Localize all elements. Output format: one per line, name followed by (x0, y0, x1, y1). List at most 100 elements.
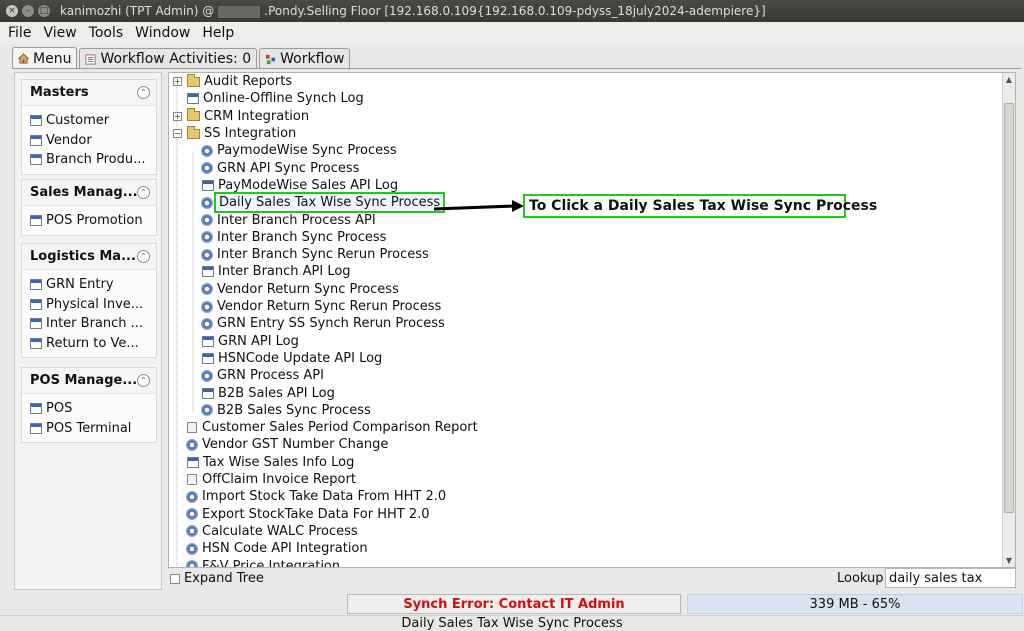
window-icon (202, 335, 214, 347)
tree-node[interactable]: HSN Code API Integration (187, 540, 368, 557)
sidebar-section-logistics: Logistics Ma... ⌃ GRN Entry Physical Inv… (21, 243, 157, 358)
section-title: Logistics Ma... (30, 249, 136, 264)
process-icon (187, 561, 197, 567)
sidebar-item-label: POS Terminal (46, 420, 132, 436)
expand-node-icon[interactable]: + (173, 77, 182, 86)
tree-node[interactable]: Tax Wise Sales Info Log (187, 454, 354, 471)
tree-node[interactable]: − SS Integration (173, 125, 296, 142)
tree-node[interactable]: Vendor Return Sync Process (202, 281, 399, 298)
tree-node-label: Vendor Return Sync Rerun Process (217, 299, 442, 315)
tree-node[interactable]: Inter Branch Sync Rerun Process (202, 246, 429, 263)
sidebar-item-label: GRN Entry (46, 277, 114, 293)
window-title-prefix: kanimozhi (TPT Admin) @ (60, 4, 215, 18)
collapse-icon[interactable]: ⌃ (137, 250, 150, 263)
sidebar-section-header[interactable]: POS Manage... ⌃ (22, 368, 156, 394)
expand-node-icon[interactable]: + (173, 111, 182, 121)
expand-tree-checkbox[interactable] (170, 573, 180, 584)
tree-node[interactable]: GRN Entry SS Synch Rerun Process (202, 315, 445, 332)
tree-node[interactable]: + Audit Reports (173, 73, 292, 90)
window-icon (187, 93, 199, 105)
tab-workflow[interactable]: Workflow (259, 48, 351, 69)
tree-node[interactable]: Export StockTake Data For HHT 2.0 (187, 506, 430, 523)
sidebar-item-customer[interactable]: Customer (30, 111, 156, 131)
scroll-up-icon[interactable]: ▲ (1003, 73, 1015, 86)
window-icon (30, 215, 42, 227)
sidebar-item-pos-promotion[interactable]: POS Promotion (30, 211, 156, 231)
tree-node[interactable]: HSNCode Update API Log (202, 350, 382, 367)
tree-node[interactable]: B2B Sales Sync Process (202, 402, 371, 419)
window-icon (30, 403, 42, 415)
tree-node[interactable]: PayModeWise Sales API Log (202, 177, 398, 194)
window-icon (30, 318, 42, 330)
sidebar-item-return-to-vendor[interactable]: Return to Ve... (30, 334, 156, 354)
scroll-down-icon[interactable]: ▼ (1003, 554, 1015, 567)
sidebar-item-label: POS Promotion (46, 213, 143, 229)
tree-node[interactable]: Vendor GST Number Change (187, 436, 388, 453)
process-icon (187, 491, 197, 502)
collapse-node-icon[interactable]: − (173, 128, 182, 138)
tree-node[interactable]: Inter Branch Process API (202, 211, 376, 228)
tab-workflow-activities[interactable]: Workflow Activities: 0 (79, 48, 258, 69)
tree-node[interactable]: F&V Price Integration (187, 557, 340, 567)
menu-window[interactable]: Window (135, 25, 190, 41)
window-minimize-button[interactable]: – (22, 5, 34, 17)
workflow-icon (266, 54, 276, 64)
tree-node[interactable]: GRN API Log (202, 333, 299, 350)
window-close-button[interactable]: × (6, 5, 18, 17)
tree-node-label: Vendor GST Number Change (202, 437, 389, 453)
sidebar-section-header[interactable]: Logistics Ma... ⌃ (22, 244, 156, 270)
sidebar-section-sales: Sales Manag... ⌃ POS Promotion (21, 179, 157, 236)
tree-node[interactable]: Vendor Return Sync Rerun Process (202, 298, 441, 315)
tree-node[interactable]: GRN Process API (202, 367, 324, 384)
menu-help[interactable]: Help (202, 25, 234, 41)
tree-node[interactable]: Inter Branch Sync Process (202, 229, 386, 246)
tree-node[interactable]: Calculate WALC Process (187, 523, 358, 540)
sidebar-section-header[interactable]: Masters ⌃ (22, 80, 156, 106)
menu-tools[interactable]: Tools (89, 25, 124, 41)
tree-node-selected[interactable]: Daily Sales Tax Wise Sync Process (202, 192, 446, 214)
collapse-icon[interactable]: ⌃ (137, 186, 150, 199)
menu-tree[interactable]: ▲ ▼ + Audit Reports Online-Offline Synch L… (168, 72, 1016, 568)
sidebar-item-label: Vendor (46, 132, 92, 148)
tab-menu[interactable]: Menu (12, 47, 78, 69)
folder-icon (187, 108, 200, 122)
folder-icon (187, 125, 200, 139)
expand-tree-toggle[interactable]: Expand Tree (170, 571, 264, 586)
process-icon (202, 301, 212, 312)
tree-node[interactable]: + CRM Integration (173, 108, 309, 125)
collapse-icon[interactable]: ⌃ (137, 86, 150, 99)
process-icon (202, 318, 212, 329)
window-icon (30, 115, 42, 127)
tree-node-label: GRN API Log (218, 333, 299, 349)
scroll-thumb[interactable] (1004, 103, 1014, 513)
sidebar-item-pos-terminal[interactable]: POS Terminal (30, 419, 156, 439)
section-title: Sales Manag... (30, 185, 137, 200)
sidebar-item-inter-branch[interactable]: Inter Branch ... (30, 314, 156, 334)
vertical-scrollbar[interactable]: ▲ ▼ (1002, 73, 1015, 567)
sidebar-item-grn-entry[interactable]: GRN Entry (30, 275, 156, 295)
sync-error-status[interactable]: Synch Error: Contact IT Admin (347, 594, 681, 614)
tree-node-label: Calculate WALC Process (202, 523, 358, 539)
menu-file[interactable]: File (8, 25, 31, 41)
tree-node[interactable]: Online-Offline Synch Log (187, 90, 364, 107)
collapse-icon[interactable]: ⌃ (137, 374, 150, 387)
tree-node[interactable]: OffClaim Invoice Report (187, 471, 356, 488)
sidebar-section-masters: Masters ⌃ Customer Vendor Branch Produ..… (21, 79, 157, 175)
tree-node[interactable]: GRN API Sync Process (202, 160, 359, 177)
process-icon (202, 163, 212, 174)
sidebar-section-header[interactable]: Sales Manag... ⌃ (22, 180, 156, 206)
tree-node[interactable]: Import Stock Take Data From HHT 2.0 (187, 488, 446, 505)
sidebar-item-physical-inventory[interactable]: Physical Inve... (30, 295, 156, 315)
sidebar-section-pos: POS Manage... ⌃ POS POS Terminal (21, 367, 157, 443)
menu-view[interactable]: View (43, 25, 76, 41)
tree-node[interactable]: Inter Branch API Log (202, 263, 351, 280)
window-maximize-button[interactable]: □ (38, 5, 50, 17)
sidebar-item-branch-product[interactable]: Branch Produ... (30, 150, 156, 170)
sidebar-item-pos[interactable]: POS (30, 399, 156, 419)
tree-node[interactable]: Customer Sales Period Comparison Report (187, 419, 478, 436)
lookup-input[interactable] (885, 568, 1016, 588)
tree-node[interactable]: PaymodeWise Sync Process (202, 142, 397, 159)
sidebar-item-vendor[interactable]: Vendor (30, 131, 156, 151)
memory-status[interactable]: 339 MB - 65% (687, 594, 1023, 614)
tree-node[interactable]: B2B Sales API Log (202, 384, 335, 401)
